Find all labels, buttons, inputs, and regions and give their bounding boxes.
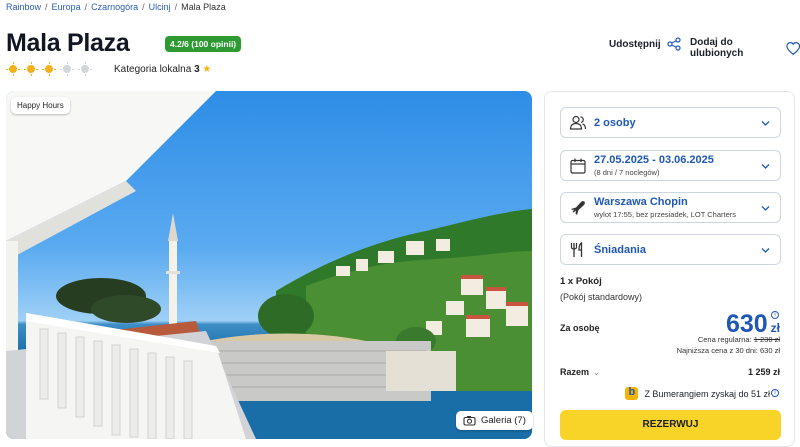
price-value: 630 <box>725 310 768 338</box>
price-currency: zł <box>770 321 780 335</box>
departure-select[interactable]: Warszawa Chopin wylot 17:55, bez przesia… <box>560 192 781 223</box>
breadcrumb-separator: / <box>142 2 145 12</box>
bumerang-text: Z Bumerangiem zyskaj do 51 zł <box>644 388 770 399</box>
gallery-button[interactable]: Galeria (7) <box>456 411 533 430</box>
heart-icon <box>785 41 800 55</box>
local-category: Kategoria lokalna 3 ★ <box>114 64 211 75</box>
camera-icon <box>463 416 476 426</box>
board-value: Śniadania <box>594 244 646 256</box>
dates-value: 27.05.2025 - 03.06.2025 <box>594 154 714 166</box>
guests-select[interactable]: 2 osoby <box>560 107 781 138</box>
board-select[interactable]: Śniadania <box>560 234 781 265</box>
page-title: Mala Plaza <box>6 29 130 57</box>
people-icon <box>569 115 587 130</box>
category-label: Kategoria lokalna <box>114 64 192 75</box>
chevron-down-icon <box>761 205 770 211</box>
favorite-button[interactable]: Dodaj do ulubionych <box>690 37 800 59</box>
bumerang-icon <box>625 386 639 400</box>
guests-value: 2 osoby <box>594 117 636 129</box>
total-toggle[interactable]: Razem ⌄ <box>560 367 600 377</box>
regular-price-value: 1 230 zł <box>753 335 780 344</box>
gallery-label: Galeria (7) <box>481 415 526 426</box>
info-icon[interactable]: i <box>771 311 779 319</box>
room-count: 1 x Pokój <box>560 276 602 287</box>
breadcrumb-link-ulcinj[interactable]: Ulcinj <box>149 2 171 12</box>
dates-duration: (8 dni / 7 noclegów) <box>594 168 660 177</box>
departure-value: Warszawa Chopin <box>594 196 688 208</box>
sun-icon <box>24 62 38 76</box>
favorite-label: Dodaj do ulubionych <box>690 37 744 59</box>
breadcrumb-link-czarnogora[interactable]: Czarnogóra <box>91 2 138 12</box>
airplane-icon <box>571 200 585 215</box>
share-icon <box>667 37 681 51</box>
calendar-icon <box>570 158 586 174</box>
sun-icon <box>78 62 92 76</box>
chevron-down-icon: ⌄ <box>593 368 600 377</box>
happy-hours-badge: Happy Hours <box>11 97 70 114</box>
regular-price-label: Cena regularna: <box>697 335 752 344</box>
star-icon: ★ <box>202 64 212 75</box>
departure-details: wylot 17:55, bez przesiadek, LOT Charter… <box>594 210 737 219</box>
breadcrumb-link-europa[interactable]: Europa <box>52 2 81 12</box>
sun-icon <box>42 62 56 76</box>
room-type: (Pokój standardowy) <box>560 292 643 302</box>
sun-icon <box>6 62 20 76</box>
chevron-down-icon <box>761 163 770 169</box>
share-label: Udostępnij <box>609 38 661 50</box>
hotel-photo[interactable] <box>6 91 532 439</box>
breadcrumb-current: Mala Plaza <box>181 2 226 12</box>
sun-icon <box>60 62 74 76</box>
hotel-stars <box>6 62 92 76</box>
total-label: Razem <box>560 367 590 377</box>
dates-select[interactable]: 27.05.2025 - 03.06.2025 (8 dni / 7 nocle… <box>560 150 781 181</box>
chevron-down-icon <box>761 120 770 126</box>
breadcrumb-separator: / <box>174 2 178 12</box>
rating-badge[interactable]: 4.2/6 (100 opinii) <box>165 36 242 52</box>
category-value: 3 <box>194 64 200 75</box>
regular-price: Cena regularna: 1 230 zł <box>698 335 780 344</box>
info-icon[interactable]: i <box>771 389 779 397</box>
bumerang-promo: Z Bumerangiem zyskaj do 51 zł <box>625 386 770 400</box>
total-price: 1 259 zł <box>747 367 780 377</box>
lowest-price-30-days: Najniższa cena z 30 dni: 630 zł <box>676 346 780 355</box>
per-person-label: Za osobę <box>560 323 600 333</box>
cutlery-icon <box>570 241 583 257</box>
breadcrumb-separator: / <box>84 2 88 12</box>
breadcrumb-separator: / <box>45 2 48 12</box>
breadcrumb-link-rainbow[interactable]: Rainbow <box>6 2 41 12</box>
reserve-button[interactable]: REZERWUJ <box>560 410 781 440</box>
breadcrumb: Rainbow / Europa / Czarnogóra / Ulcinj /… <box>6 2 226 12</box>
photo-scene <box>6 91 532 439</box>
chevron-down-icon <box>761 247 770 253</box>
share-button[interactable]: Udostępnij <box>609 37 681 51</box>
